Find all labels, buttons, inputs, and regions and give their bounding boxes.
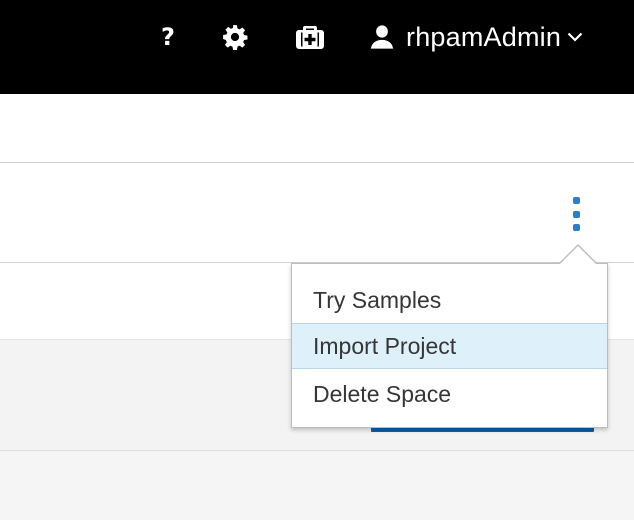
dropdown-arrow-fill xyxy=(560,246,596,264)
breadcrumb-bar xyxy=(0,94,634,163)
user-icon xyxy=(370,25,394,49)
admin-button[interactable] xyxy=(290,0,330,74)
menu-item-import-project[interactable]: Import Project xyxy=(292,323,607,369)
medkit-icon xyxy=(296,26,324,49)
help-button[interactable]: ? xyxy=(150,0,186,74)
menu-item-try-samples[interactable]: Try Samples xyxy=(292,277,607,323)
space-actions-dropdown: Try Samples Import Project Delete Space xyxy=(291,263,608,428)
kebab-vertical-icon[interactable] xyxy=(566,197,586,231)
username-label: rhpamAdmin xyxy=(406,21,562,52)
gear-icon xyxy=(223,25,248,50)
top-navigation-bar: ? rhpamAdmin xyxy=(0,0,634,94)
chevron-down-icon xyxy=(567,32,583,42)
user-menu[interactable]: rhpamAdmin xyxy=(368,0,614,74)
menu-item-delete-space[interactable]: Delete Space xyxy=(292,371,607,417)
space-toolbar xyxy=(0,163,634,263)
settings-button[interactable] xyxy=(217,0,253,74)
help-icon: ? xyxy=(161,23,175,51)
